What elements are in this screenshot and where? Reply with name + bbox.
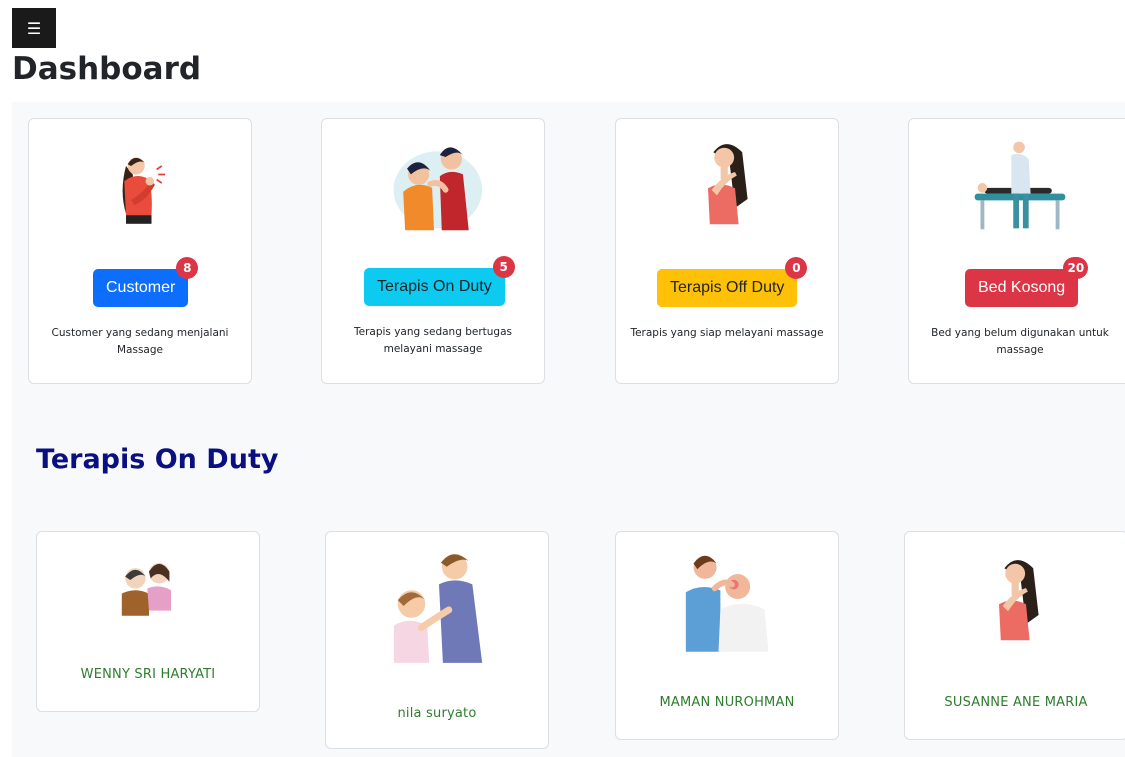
page-title: Dashboard <box>12 51 202 87</box>
hamburger-icon: ☰ <box>26 18 42 38</box>
stat-card-bed-kosong: Bed Kosong 20 Bed yang belum digunakan u… <box>908 118 1125 384</box>
terapis-on-duty-description: Terapis yang sedang bertugas melayani ma… <box>353 326 512 355</box>
customer-button-label: Customer <box>106 279 176 296</box>
customer-button[interactable]: Customer 8 <box>93 257 199 307</box>
therapist-avatar-illustration-icon <box>393 553 483 663</box>
bed-kosong-count-badge: 20 <box>1063 257 1089 279</box>
stat-card-terapis-off-duty: Terapis Off Duty 0 Terapis yang siap mel… <box>615 118 839 384</box>
therapist-avatar-illustration-icon <box>685 555 769 652</box>
terapis-off-duty-description: Terapis yang siap melayani massage <box>630 327 824 339</box>
menu-toggle-button[interactable]: ☰ <box>12 8 56 48</box>
customer-description: Customer yang sedang menjalani Massage <box>51 327 229 356</box>
terapis-on-duty-button[interactable]: Terapis On Duty 5 <box>364 256 515 306</box>
bed-kosong-button-label: Bed Kosong <box>978 279 1066 296</box>
terapis-on-duty-button-label: Terapis On Duty <box>377 278 492 295</box>
terapis-off-duty-count-badge: 0 <box>785 257 808 279</box>
customer-pain-illustration-icon <box>122 157 166 224</box>
therapist-avatar-illustration-icon <box>999 560 1039 641</box>
stat-card-customer: Customer 8 Customer yang sedang menjalan… <box>28 118 252 384</box>
therapist-card[interactable]: nila suryato <box>325 531 549 749</box>
terapis-off-duty-button[interactable]: Terapis Off Duty 0 <box>657 257 808 307</box>
therapist-card[interactable]: MAMAN NUROHMAN <box>615 531 839 740</box>
therapist-card[interactable]: WENNY SRI HARYATI <box>36 531 260 712</box>
therapist-avatar-illustration-icon <box>121 563 172 616</box>
bed-kosong-button[interactable]: Bed Kosong 20 <box>965 257 1089 307</box>
massage-bed-illustration-icon <box>974 141 1066 230</box>
section-title: Terapis On Duty <box>36 444 279 475</box>
bed-kosong-description: Bed yang belum digunakan untuk massage <box>931 327 1109 356</box>
woman-neck-pain-illustration-icon <box>708 144 748 225</box>
therapist-name: WENNY SRI HARYATI <box>80 667 216 682</box>
terapis-off-duty-button-label: Terapis Off Duty <box>670 279 785 296</box>
therapist-card[interactable]: SUSANNE ANE MARIA <box>904 531 1125 740</box>
therapist-name: MAMAN NUROHMAN <box>659 695 795 710</box>
stat-card-terapis-on-duty: Terapis On Duty 5 Terapis yang sedang be… <box>321 118 545 384</box>
therapist-massage-illustration-icon <box>393 147 483 231</box>
terapis-on-duty-count-badge: 5 <box>492 256 515 278</box>
therapist-name: nila suryato <box>397 706 477 721</box>
therapist-name: SUSANNE ANE MARIA <box>944 695 1088 710</box>
customer-count-badge: 8 <box>176 257 199 279</box>
